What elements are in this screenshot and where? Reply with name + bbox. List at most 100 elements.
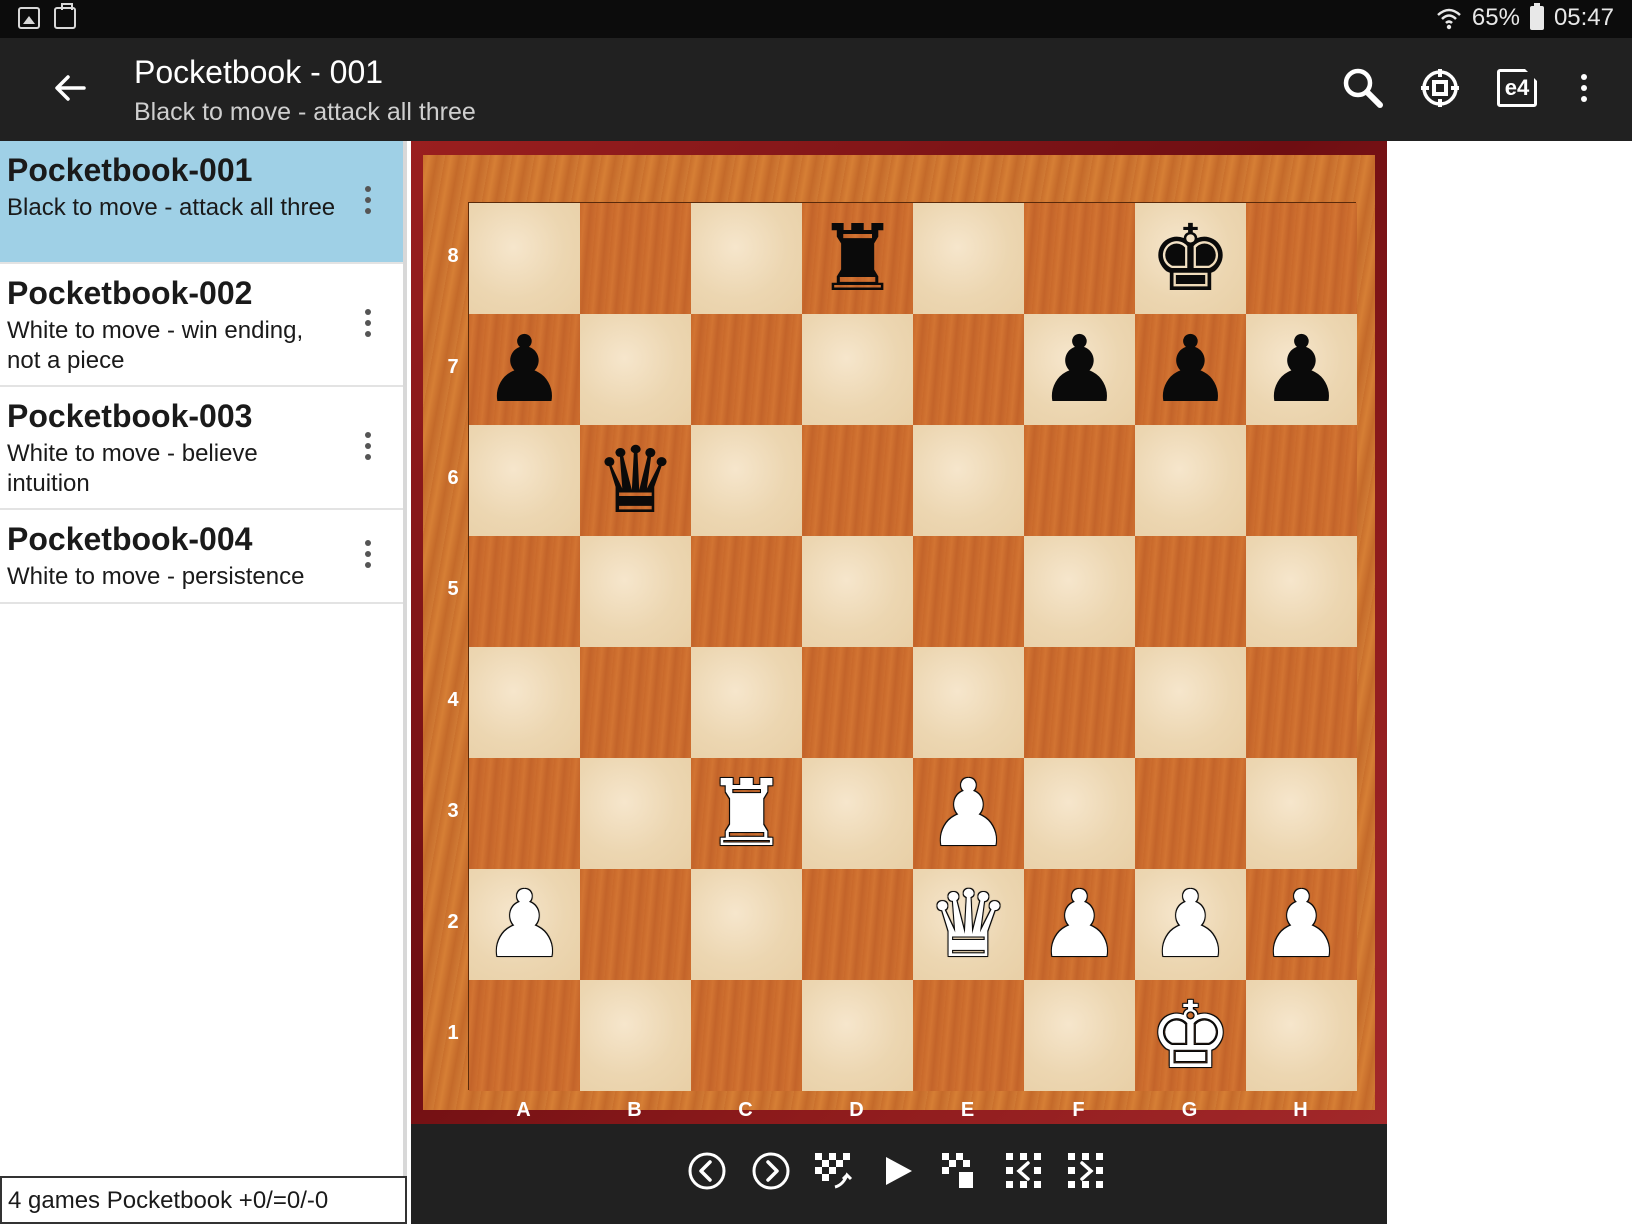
board-square-d6[interactable] [802, 425, 913, 536]
board-square-f6[interactable] [1024, 425, 1135, 536]
black-pawn-piece[interactable]: ♟ [1038, 323, 1120, 416]
board-square-e4[interactable] [913, 647, 1024, 758]
board-square-a1[interactable] [469, 980, 580, 1091]
board-square-d7[interactable] [802, 314, 913, 425]
game-list-item[interactable]: Pocketbook-003 White to move - believe i… [0, 387, 403, 510]
board-square-c6[interactable] [691, 425, 802, 536]
overflow-menu-button[interactable] [1560, 64, 1608, 112]
board-square-e1[interactable] [913, 980, 1024, 1091]
board-square-f7[interactable]: ♟ [1024, 314, 1135, 425]
board-square-h4[interactable] [1246, 647, 1357, 758]
board-square-b5[interactable] [580, 536, 691, 647]
board-square-c5[interactable] [691, 536, 802, 647]
board-square-d5[interactable] [802, 536, 913, 647]
black-king-piece[interactable]: ♚ [1149, 212, 1231, 305]
game-list-item[interactable]: Pocketbook-001 Black to move - attack al… [0, 141, 403, 264]
board-square-g6[interactable] [1135, 425, 1246, 536]
board-square-a6[interactable] [469, 425, 580, 536]
play-button[interactable] [874, 1148, 920, 1194]
board-square-b1[interactable] [580, 980, 691, 1091]
item-menu-icon[interactable] [363, 308, 373, 341]
black-pawn-piece[interactable]: ♟ [483, 323, 565, 416]
white-pawn-piece[interactable]: ♟ [483, 878, 565, 971]
board-squares[interactable]: ♜ ♚ ♟ ♟ ♟ ♟ ♛ ♜ ♟ ♟ ♛ ♟ ♟ ♟ ♚ [468, 202, 1357, 1091]
board-square-e5[interactable] [913, 536, 1024, 647]
item-menu-icon[interactable] [363, 431, 373, 464]
black-pawn-piece[interactable]: ♟ [1149, 323, 1231, 416]
board-square-a7[interactable]: ♟ [469, 314, 580, 425]
item-menu-icon[interactable] [363, 185, 373, 218]
board-square-b6[interactable]: ♛ [580, 425, 691, 536]
board-square-g7[interactable]: ♟ [1135, 314, 1246, 425]
board-square-d1[interactable] [802, 980, 913, 1091]
next-move-button[interactable] [748, 1148, 794, 1194]
board-square-d2[interactable] [802, 869, 913, 980]
e4-engine-button[interactable]: e4 [1493, 64, 1541, 112]
board-square-d3[interactable] [802, 758, 913, 869]
black-queen-piece[interactable]: ♛ [594, 434, 676, 527]
white-king-piece[interactable]: ♚ [1149, 989, 1231, 1082]
board-square-c2[interactable] [691, 869, 802, 980]
board-square-h1[interactable] [1246, 980, 1357, 1091]
board-square-b3[interactable] [580, 758, 691, 869]
board-square-c7[interactable] [691, 314, 802, 425]
board-square-g1[interactable]: ♚ [1135, 980, 1246, 1091]
board-square-c8[interactable] [691, 203, 802, 314]
board-square-g2[interactable]: ♟ [1135, 869, 1246, 980]
previous-variation-button[interactable] [1001, 1148, 1047, 1194]
previous-move-button[interactable] [684, 1148, 730, 1194]
next-variation-button[interactable] [1063, 1148, 1109, 1194]
board-square-a5[interactable] [469, 536, 580, 647]
black-rook-piece[interactable]: ♜ [816, 212, 898, 305]
white-pawn-piece[interactable]: ♟ [1149, 878, 1231, 971]
board-square-e7[interactable] [913, 314, 1024, 425]
analysis-button[interactable] [1416, 64, 1464, 112]
board-square-f1[interactable] [1024, 980, 1135, 1091]
board-edit-button[interactable] [810, 1148, 856, 1194]
white-rook-piece[interactable]: ♜ [705, 767, 787, 860]
board-square-b8[interactable] [580, 203, 691, 314]
board-square-f8[interactable] [1024, 203, 1135, 314]
white-queen-piece[interactable]: ♛ [927, 878, 1009, 971]
board-square-f3[interactable] [1024, 758, 1135, 869]
board-square-b7[interactable] [580, 314, 691, 425]
board-square-e6[interactable] [913, 425, 1024, 536]
board-square-d8[interactable]: ♜ [802, 203, 913, 314]
board-square-a3[interactable] [469, 758, 580, 869]
board-square-g4[interactable] [1135, 647, 1246, 758]
board-square-a8[interactable] [469, 203, 580, 314]
board-square-h6[interactable] [1246, 425, 1357, 536]
board-square-h5[interactable] [1246, 536, 1357, 647]
board-square-e8[interactable] [913, 203, 1024, 314]
black-pawn-piece[interactable]: ♟ [1260, 323, 1342, 416]
board-square-d4[interactable] [802, 647, 913, 758]
board-square-g5[interactable] [1135, 536, 1246, 647]
board-square-e2[interactable]: ♛ [913, 869, 1024, 980]
board-square-f4[interactable] [1024, 647, 1135, 758]
board-square-e3[interactable]: ♟ [913, 758, 1024, 869]
white-pawn-piece[interactable]: ♟ [1260, 878, 1342, 971]
game-list-item[interactable]: Pocketbook-004 White to move - persisten… [0, 510, 403, 604]
board-square-a4[interactable] [469, 647, 580, 758]
board-paste-button[interactable] [937, 1148, 983, 1194]
board-square-b4[interactable] [580, 647, 691, 758]
board-square-h3[interactable] [1246, 758, 1357, 869]
board-square-f5[interactable] [1024, 536, 1135, 647]
board-square-h8[interactable] [1246, 203, 1357, 314]
search-button[interactable] [1339, 64, 1387, 112]
board-square-g8[interactable]: ♚ [1135, 203, 1246, 314]
white-pawn-piece[interactable]: ♟ [927, 767, 1009, 860]
board-square-h7[interactable]: ♟ [1246, 314, 1357, 425]
board-square-a2[interactable]: ♟ [469, 869, 580, 980]
chess-board[interactable]: ♜ ♚ ♟ ♟ ♟ ♟ ♛ ♜ ♟ ♟ ♛ ♟ ♟ ♟ ♚ 8 7 6 5 4 3 2 1 A B C D E F G H [423, 155, 1375, 1121]
board-square-h2[interactable]: ♟ [1246, 869, 1357, 980]
game-list-item[interactable]: Pocketbook-002 White to move - win endin… [0, 264, 403, 387]
white-pawn-piece[interactable]: ♟ [1038, 878, 1120, 971]
board-square-c3[interactable]: ♜ [691, 758, 802, 869]
item-menu-icon[interactable] [363, 540, 373, 572]
board-square-c4[interactable] [691, 647, 802, 758]
board-square-c1[interactable] [691, 980, 802, 1091]
board-square-f2[interactable]: ♟ [1024, 869, 1135, 980]
board-square-g3[interactable] [1135, 758, 1246, 869]
board-square-b2[interactable] [580, 869, 691, 980]
